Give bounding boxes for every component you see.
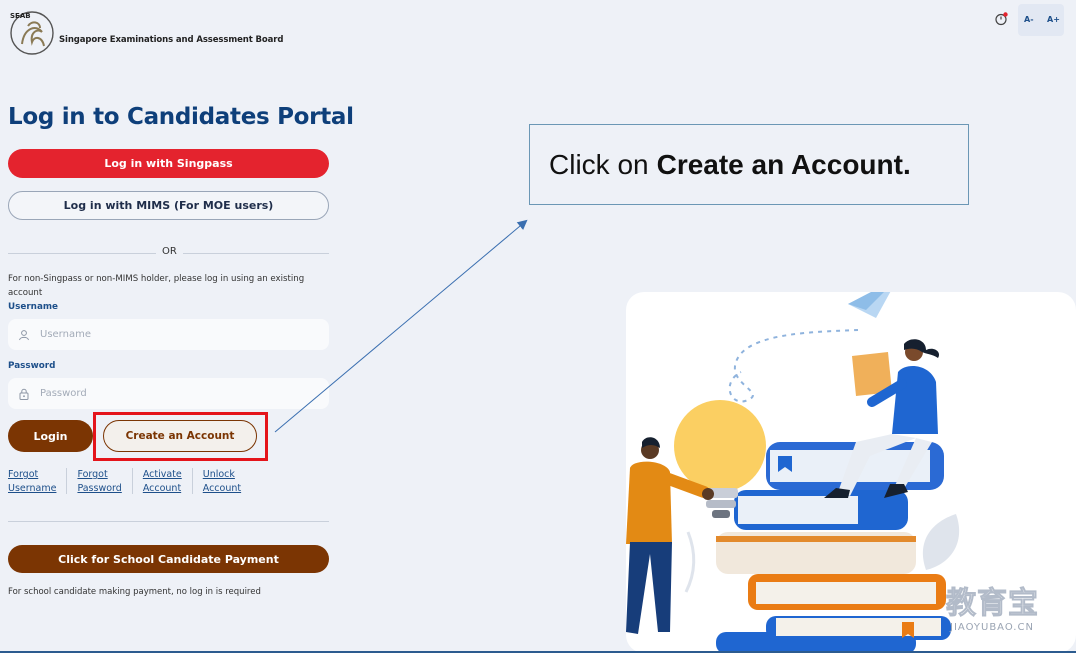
link-line: Forgot [8,469,39,480]
username-field[interactable] [8,319,329,350]
password-label: Password [8,361,56,371]
link-line: Username [8,482,57,494]
activate-account-link[interactable]: Activate Account [143,468,182,495]
link-separator [66,468,68,494]
password-input[interactable] [40,388,300,399]
section-divider [8,521,329,522]
school-payment-button[interactable]: Click for School Candidate Payment [8,545,329,573]
link-separator [131,468,133,494]
username-input[interactable] [40,329,300,340]
brand-name: Singapore Examinations and Assessment Bo… [59,35,284,45]
callout-prefix: Click on [549,148,649,180]
seab-logo: SEAB [10,11,54,55]
singpass-login-button[interactable]: Log in with Singpass [8,149,329,178]
callout-emphasis: Create an Account. [656,148,911,180]
link-line: Unlock [202,469,235,480]
user-icon [8,329,40,341]
session-timer-icon[interactable] [994,12,1008,26]
forgot-username-link[interactable]: Forgot Username [8,468,56,495]
link-line: Password [77,482,122,494]
font-decrease-button[interactable]: A- [1024,15,1034,24]
link-separator [191,468,193,494]
watermark-cn: 教育宝 [946,586,1039,622]
unlock-account-link[interactable]: Unlock Account [203,468,241,495]
login-hint: For non-Singpass or non-MIMS holder, ple… [8,274,305,298]
link-line: Account [142,482,182,494]
highlight-box [93,412,268,461]
link-line: Account [202,482,242,494]
font-increase-button[interactable]: A+ [1047,15,1060,24]
account-links: Forgot Username Forgot Password Activate… [8,468,241,495]
link-line: Activate [142,469,182,480]
payment-note: For school candidate making payment, no … [8,587,261,597]
login-button[interactable]: Login [8,420,93,452]
or-label: OR [156,246,183,257]
forgot-password-link[interactable]: Forgot Password [77,468,121,495]
link-line: Forgot [77,469,108,480]
mims-login-button[interactable]: Log in with MIMS (For MOE users) [8,191,329,220]
password-field[interactable] [8,378,329,409]
instruction-callout: Click on Create an Account. [529,124,969,205]
font-size-controls: A- A+ [1018,4,1064,36]
username-label: Username [8,302,59,312]
logo-text: SEAB [10,12,31,20]
lock-icon [8,388,40,400]
watermark: 教育宝 JIAOYUBAO.CN [946,578,1039,634]
watermark-en: JIAOYUBAO.CN [950,622,1034,633]
page-title: Log in to Candidates Portal [8,104,354,130]
